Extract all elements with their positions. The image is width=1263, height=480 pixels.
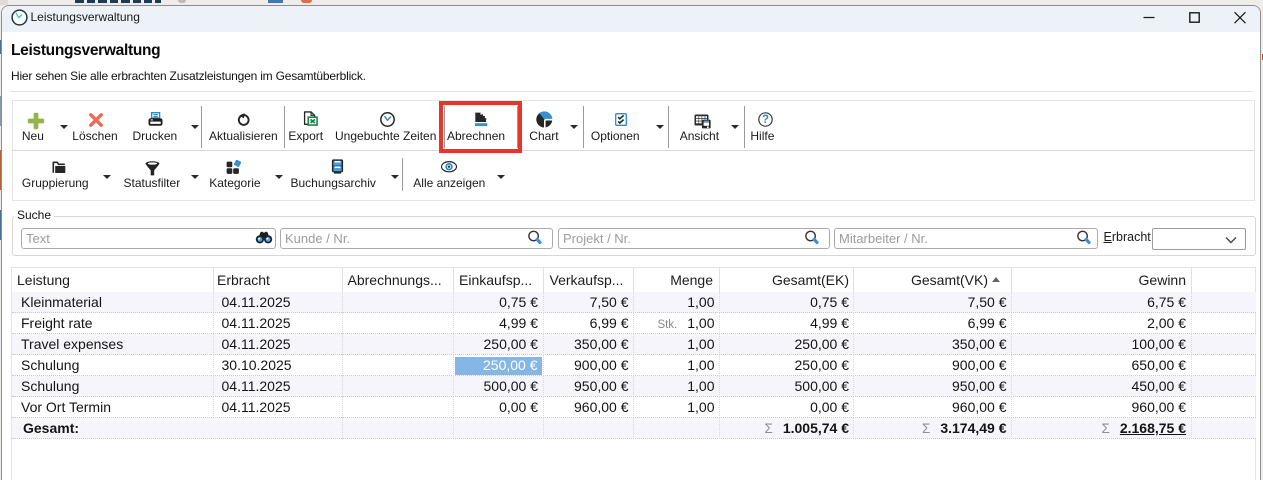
svg-text:?: ?	[762, 114, 769, 126]
